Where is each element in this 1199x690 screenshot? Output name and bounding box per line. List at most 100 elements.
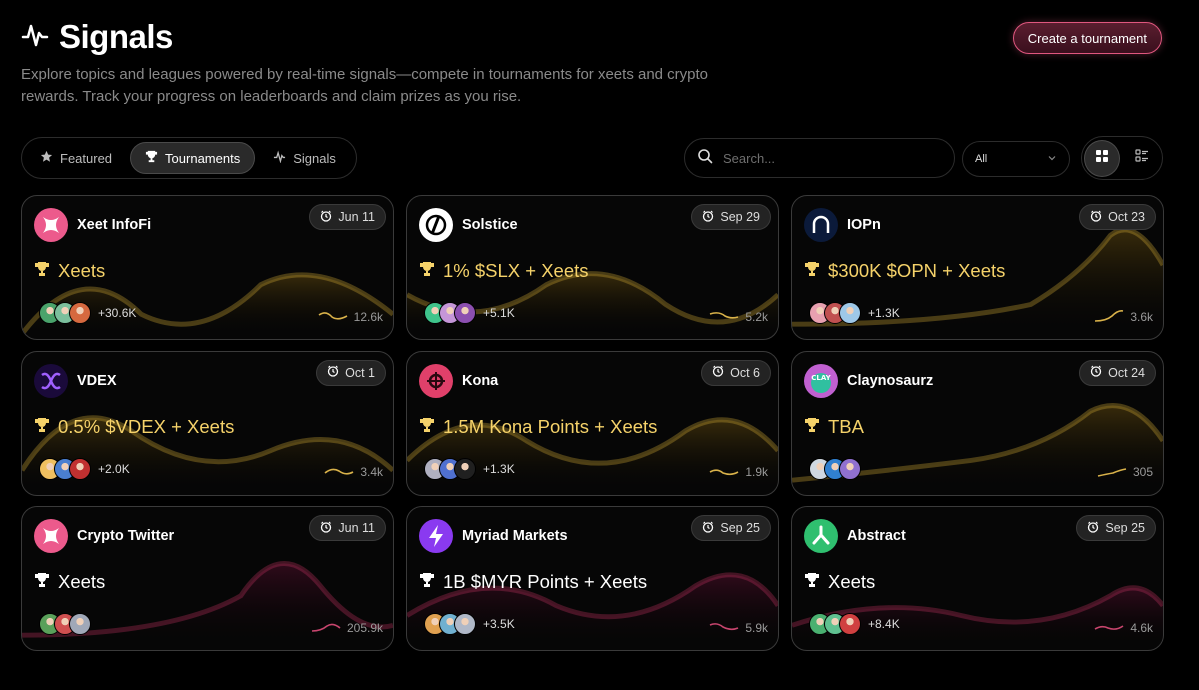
signal-metric: 12.6k	[318, 308, 383, 325]
card-header: Abstract	[804, 519, 906, 553]
tournament-card[interactable]: CLAY Claynosaurz Oct 24 TBA 305	[791, 350, 1164, 496]
tournament-card[interactable]: VDEX Oct 1 0.5% $VDEX + Xeets +2.0K 3.4k	[21, 350, 394, 496]
signal-metric: 205.9k	[311, 619, 383, 636]
prize-label: 1% $SLX + Xeets	[443, 260, 589, 281]
end-date: Oct 1	[345, 365, 375, 380]
project-logo-icon	[419, 208, 453, 242]
trophy-icon	[34, 260, 50, 282]
project-logo-icon	[804, 208, 838, 242]
participants: +2.0K	[39, 457, 130, 480]
signal-metric: 5.2k	[709, 308, 768, 325]
grid-icon	[1095, 149, 1109, 168]
svg-text:CLAY: CLAY	[811, 374, 831, 382]
alarm-clock-icon	[1090, 365, 1102, 380]
participant-count: +1.3K	[483, 461, 515, 476]
sparkline-icon	[709, 308, 739, 325]
tab-featured[interactable]: Featured	[26, 142, 126, 174]
signal-metric: 3.6k	[1094, 308, 1153, 325]
project-logo-icon	[419, 363, 453, 398]
card-header: Crypto Twitter	[34, 519, 174, 553]
participants	[809, 457, 868, 480]
search-input[interactable]	[723, 150, 923, 166]
tournament-card[interactable]: Crypto Twitter Jun 11 Xeets 205.9k	[21, 506, 394, 651]
alarm-clock-icon	[702, 210, 714, 225]
prize-label: Xeets	[58, 260, 106, 281]
participant-avatar	[69, 302, 91, 324]
participant-avatar	[454, 613, 476, 635]
signal-icon	[21, 21, 49, 54]
tab-signals[interactable]: Signals	[259, 142, 350, 174]
participant-count: +1.3K	[868, 306, 900, 320]
metric-value: 4.6k	[1130, 620, 1153, 635]
sparkline-icon	[709, 464, 739, 481]
prize-label: Xeets	[58, 571, 106, 592]
project-name: VDEX	[77, 372, 117, 389]
card-header: VDEX	[34, 363, 117, 398]
signal-metric: 5.9k	[709, 619, 768, 636]
signal-metric: 1.9k	[709, 464, 768, 481]
participants: +5.1K	[424, 302, 515, 324]
signal-metric: 305	[1097, 464, 1153, 481]
date-badge: Oct 23	[1079, 204, 1156, 230]
project-logo-icon	[34, 363, 68, 398]
participant-count: +5.1K	[483, 306, 515, 320]
participant-count: +8.4K	[868, 617, 900, 631]
tournament-grid: Xeet InfoFi Jun 11 Xeets +30.6K 12.6k So…	[21, 195, 1164, 651]
prize-label: $300K $OPN + Xeets	[828, 260, 1006, 281]
filter-selected-value: All	[975, 153, 988, 165]
participant-count: +2.0K	[98, 461, 130, 476]
participant-count: +3.5K	[483, 617, 515, 631]
sparkline-icon	[324, 464, 354, 481]
prize: 1B $MYR Points + Xeets	[419, 571, 647, 593]
prize: 1% $SLX + Xeets	[419, 260, 589, 282]
tournament-card[interactable]: IOPn Oct 23 $300K $OPN + Xeets +1.3K 3.6…	[791, 195, 1164, 340]
project-name: Xeet InfoFi	[77, 217, 152, 233]
sparkline-icon	[1097, 464, 1127, 481]
metric-value: 5.2k	[745, 309, 768, 324]
project-name: Abstract	[847, 528, 906, 544]
tournament-card[interactable]: Abstract Sep 25 Xeets +8.4K 4.6k	[791, 506, 1164, 651]
prize: Xeets	[34, 571, 105, 593]
tournament-card[interactable]: Myriad Markets Sep 25 1B $MYR Points + X…	[406, 506, 779, 651]
participant-avatar	[839, 302, 861, 324]
create-tournament-button[interactable]: Create a tournament	[1012, 22, 1162, 54]
view-toggle	[1081, 136, 1163, 180]
project-name: IOPn	[847, 217, 881, 233]
tournament-card[interactable]: Kona Oct 6 1.5M Kona Points + Xeets +1.3…	[406, 350, 779, 496]
sparkline-icon	[311, 619, 341, 636]
sparkline-icon	[709, 619, 739, 636]
trophy-icon	[419, 416, 435, 438]
card-header: Xeet InfoFi	[34, 208, 151, 242]
project-name: Myriad Markets	[462, 528, 568, 544]
participants: +3.5K	[424, 613, 515, 635]
tab-tournaments[interactable]: Tournaments	[130, 142, 256, 174]
tournament-card[interactable]: Xeet InfoFi Jun 11 Xeets +30.6K 12.6k	[21, 195, 394, 340]
alarm-clock-icon	[320, 521, 332, 536]
date-badge: Sep 25	[691, 515, 771, 541]
filter-select[interactable]: All	[962, 141, 1070, 177]
alarm-clock-icon	[1090, 210, 1102, 225]
tournament-card[interactable]: Solstice Sep 29 1% $SLX + Xeets +5.1K 5.…	[406, 195, 779, 340]
grid-view-button[interactable]	[1084, 139, 1121, 177]
list-icon	[1135, 148, 1149, 168]
project-name: Claynosaurz	[847, 372, 934, 389]
participant-count: +30.6K	[98, 306, 137, 320]
date-badge: Jun 11	[309, 204, 386, 230]
participant-avatar	[839, 457, 861, 480]
prize: Xeets	[34, 260, 105, 282]
end-date: Sep 29	[720, 210, 760, 224]
date-badge: Sep 25	[1076, 515, 1156, 541]
sparkline-icon	[318, 308, 348, 325]
card-header: Myriad Markets	[419, 519, 568, 553]
card-header: CLAY Claynosaurz	[804, 363, 934, 398]
participant-avatar	[454, 302, 476, 324]
trophy-icon	[145, 150, 158, 166]
trophy-icon	[34, 416, 50, 438]
list-view-button[interactable]	[1124, 140, 1160, 177]
prize: Xeets	[804, 571, 875, 593]
prize-label: 1.5M Kona Points + Xeets	[443, 415, 658, 437]
sparkline-icon	[1094, 619, 1124, 636]
date-badge: Jun 11	[309, 515, 386, 541]
project-logo-icon	[34, 208, 68, 242]
trophy-icon	[804, 416, 820, 438]
